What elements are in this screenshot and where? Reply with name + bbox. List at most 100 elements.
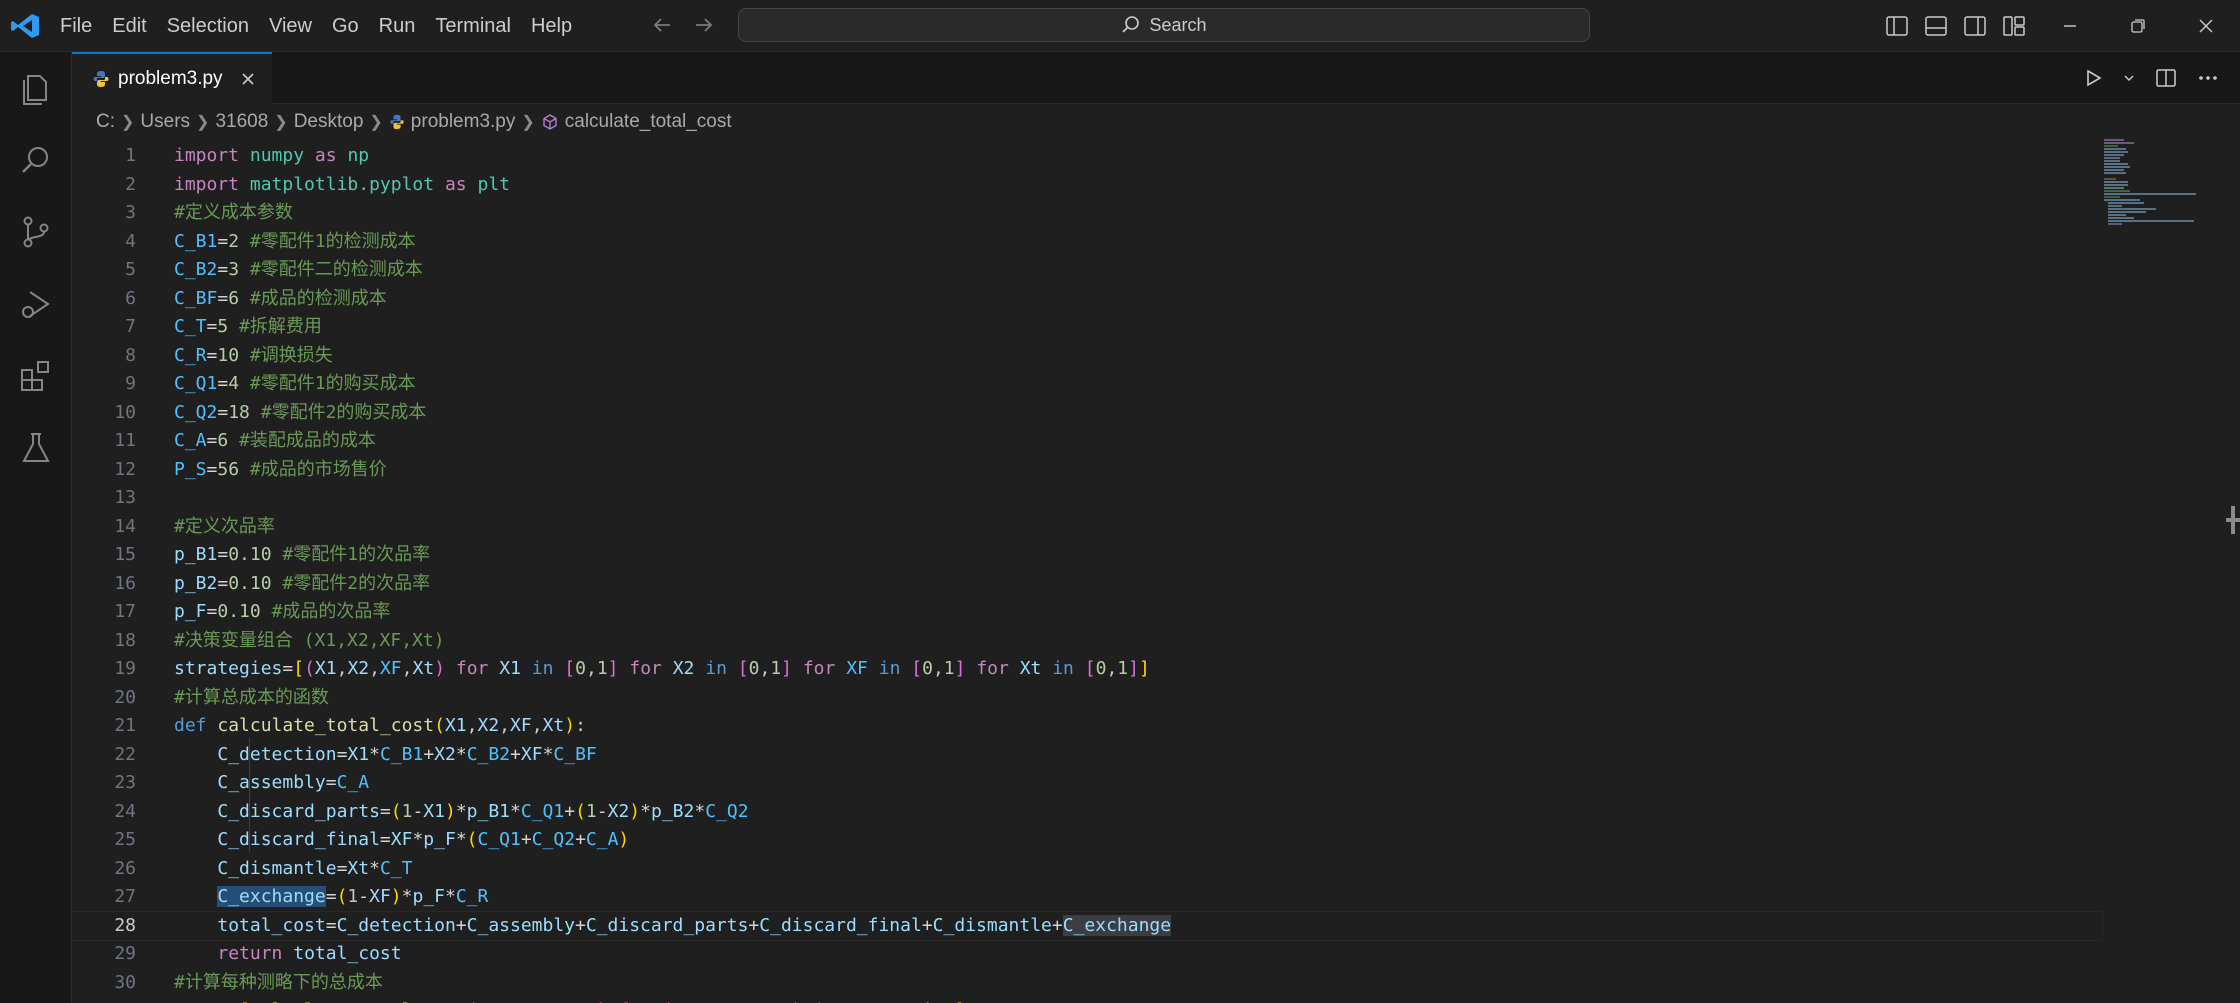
code-line: 2 import matplotlib.pyplot as plt	[72, 171, 2102, 200]
line-number: 9	[125, 373, 136, 394]
menu-terminal[interactable]: Terminal	[425, 0, 521, 52]
line-code: C_B2=3 #零配件二的检测成本	[174, 259, 423, 280]
code-line: 17 p_F=0.10 #成品的次品率	[72, 598, 2102, 627]
more-actions-icon[interactable]	[2196, 66, 2220, 90]
line-number: 5	[125, 259, 136, 280]
line-code: C_discard_parts=(1-X1)*p_B1*C_Q1+(1-X2)*…	[217, 800, 749, 822]
minimize-button[interactable]	[2036, 0, 2104, 52]
tab-close-icon[interactable]	[239, 70, 257, 88]
line-number: 22	[114, 743, 136, 765]
source-control-icon[interactable]	[16, 212, 56, 252]
breadcrumb-symbol[interactable]: calculate_total_cost	[565, 111, 732, 133]
code-line: 23 C_assembly=C_A	[72, 769, 2102, 798]
breadcrumb-file[interactable]: problem3.py	[411, 111, 516, 133]
menu-help[interactable]: Help	[521, 0, 582, 52]
scrollbar-marker[interactable]	[2226, 506, 2240, 534]
line-code: #定义次品率	[174, 515, 275, 537]
restore-button[interactable]	[2104, 0, 2172, 52]
close-window-button[interactable]	[2172, 0, 2240, 52]
breadcrumb-desktop[interactable]: Desktop	[294, 111, 364, 133]
python-file-icon	[93, 71, 109, 87]
minimize-icon	[2064, 25, 2076, 27]
vscode-logo-icon	[11, 14, 39, 38]
customize-layout-icon[interactable]	[2001, 13, 2027, 39]
line-code: P_S=56 #成品的市场售价	[174, 458, 387, 480]
toggle-secondary-sidebar-icon[interactable]	[1962, 13, 1988, 39]
breadcrumb-user[interactable]: 31608	[215, 111, 268, 133]
line-number: 18	[114, 629, 136, 651]
code-line: 7 C_T=5 #拆解费用	[72, 313, 2102, 342]
arrow-left-icon[interactable]	[650, 12, 674, 38]
command-center-search[interactable]: Search	[738, 8, 1590, 42]
menu-view[interactable]: View	[259, 0, 322, 52]
line-number: 11	[114, 430, 136, 451]
menu-edit[interactable]: Edit	[102, 0, 156, 52]
line-code: p_B1=0.10 #零配件1的次品率	[174, 544, 431, 565]
line-code: C_detection=X1*C_B1+X2*C_B2+XF*C_BF	[217, 743, 597, 765]
line-number: 14	[114, 515, 136, 537]
code-line: 18 #决策变量组合 (X1,X2,XF,Xt)	[72, 627, 2102, 656]
line-code: C_discard_final=XF*p_F*(C_Q1+C_Q2+C_A)	[217, 829, 630, 850]
code-line: 15 p_B1=0.10 #零配件1的次品率	[72, 541, 2102, 570]
line-code: #计算总成本的函数	[174, 686, 329, 708]
line-code: #计算每种测略下的总成本	[174, 971, 383, 993]
tab-title: problem3.py	[118, 68, 223, 89]
menu-selection[interactable]: Selection	[157, 0, 259, 52]
toggle-panel-icon[interactable]	[1923, 13, 1949, 39]
line-number: 13	[114, 487, 136, 508]
breadcrumb-drive[interactable]: C:	[96, 111, 115, 133]
code-editor[interactable]: 1 import numpy as np 2 import matplotlib.p…	[72, 140, 2240, 1003]
code-line: 5 C_B2=3 #零配件二的检测成本	[72, 256, 2102, 285]
code-line: 6 C_BF=6 #成品的检测成本	[72, 285, 2102, 314]
line-code: C_BF=6 #成品的检测成本	[174, 287, 387, 309]
line-code: C_Q1=4 #零配件1的购买成本	[174, 373, 416, 394]
editor-tab-bar: problem3.py	[72, 52, 2240, 104]
run-icon[interactable]	[2082, 67, 2104, 89]
toggle-primary-sidebar-icon[interactable]	[1884, 13, 1910, 39]
menu-bar: File Edit Selection View Go Run Terminal…	[50, 0, 582, 52]
explorer-icon[interactable]	[16, 68, 56, 108]
code-line: 25 C_discard_final=XF*p_F*(C_Q1+C_Q2+C_A…	[72, 826, 2102, 855]
code-line: 3 #定义成本参数	[72, 199, 2102, 228]
line-code: #定义成本参数	[174, 202, 293, 223]
line-number: 12	[114, 458, 136, 480]
run-debug-icon[interactable]	[16, 284, 56, 324]
menu-file[interactable]: File	[50, 0, 102, 52]
search-view-icon[interactable]	[16, 140, 56, 180]
tab-problem3[interactable]: problem3.py	[72, 52, 272, 104]
line-number: 3	[125, 202, 136, 223]
line-code: p_F=0.10 #成品的次品率	[174, 601, 391, 622]
menu-go[interactable]: Go	[322, 0, 369, 52]
chevron-down-icon[interactable]	[2122, 71, 2136, 85]
minimap[interactable]	[2100, 138, 2220, 228]
code-line: 4 C_B1=2 #零配件1的检测成本	[72, 228, 2102, 257]
line-code: C_Q2=18 #零配件2的购买成本	[174, 401, 427, 423]
code-line: 1 import numpy as np	[72, 142, 2102, 171]
code-line: 24 C_discard_parts=(1-X1)*p_B1*C_Q1+(1-X…	[72, 798, 2102, 827]
line-code: strategies=[(X1,X2,XF,Xt) for X1 in [0,1…	[174, 658, 1150, 679]
line-number: 23	[114, 772, 136, 793]
line-number: 6	[125, 287, 136, 309]
line-number: 24	[114, 800, 136, 822]
menu-run[interactable]: Run	[369, 0, 426, 52]
title-bar: File Edit Selection View Go Run Terminal…	[0, 0, 2240, 52]
split-editor-icon[interactable]	[2154, 66, 2178, 90]
restore-icon	[2131, 19, 2145, 33]
testing-icon[interactable]	[16, 428, 56, 468]
code-line: 22 C_detection=X1*C_B1+X2*C_B2+XF*C_BF	[72, 741, 2102, 770]
breadcrumb-users[interactable]: Users	[140, 111, 190, 133]
code-line: 19 strategies=[(X1,X2,XF,Xt) for X1 in [0…	[72, 655, 2102, 684]
line-code: C_exchange=(1-XF)*p_F*C_R	[217, 886, 489, 907]
line-code: import matplotlib.pyplot as plt	[174, 173, 510, 195]
extensions-icon[interactable]	[16, 356, 56, 396]
line-number: 20	[114, 686, 136, 708]
line-number: 1	[125, 145, 136, 166]
close-icon	[2199, 19, 2213, 33]
line-code: import numpy as np	[174, 145, 370, 166]
line-number: 29	[114, 943, 136, 964]
line-code: C_A=6 #装配成品的成本	[174, 430, 376, 451]
line-number: 26	[114, 857, 136, 879]
arrow-right-icon[interactable]	[692, 12, 716, 38]
code-line-current: 28 total_cost=C_detection+C_assembly+C_d…	[72, 910, 2103, 941]
line-number: 28	[114, 914, 136, 936]
